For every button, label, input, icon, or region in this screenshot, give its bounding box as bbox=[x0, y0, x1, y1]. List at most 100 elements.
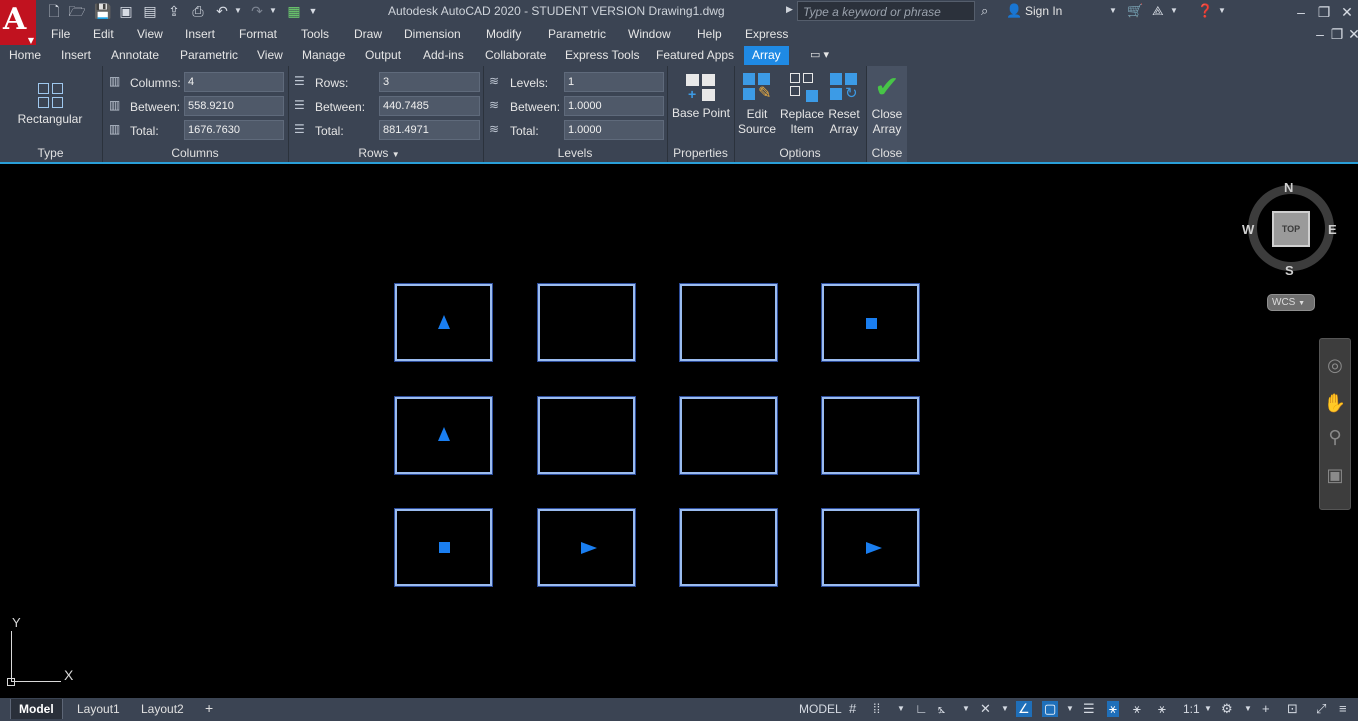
edit-source-button[interactable]: ✎ Edit Source bbox=[737, 72, 777, 137]
tab-collaborate[interactable]: Collaborate bbox=[485, 48, 546, 62]
help-dropdown-icon[interactable]: ▼ bbox=[1218, 3, 1226, 19]
osnap-dropdown-icon[interactable]: ▼ bbox=[1066, 701, 1074, 717]
undo-dropdown-icon[interactable]: ▼ bbox=[233, 3, 243, 19]
new-file-icon[interactable]: 🗋 bbox=[46, 3, 62, 19]
menu-express[interactable]: Express bbox=[745, 27, 788, 41]
tab-insert[interactable]: Insert bbox=[61, 48, 91, 62]
reset-array-button[interactable]: ↻ Reset Array bbox=[826, 72, 862, 137]
annotation-scale-value[interactable]: 1:1 bbox=[1183, 701, 1200, 717]
tab-output[interactable]: Output bbox=[365, 48, 401, 62]
levels-total-input[interactable]: 1.0000 bbox=[564, 120, 664, 140]
redo-icon[interactable]: ↷ bbox=[248, 3, 266, 19]
tab-array[interactable]: Array bbox=[744, 46, 789, 65]
restore-icon[interactable]: ❐ bbox=[1313, 2, 1335, 22]
array-item[interactable] bbox=[821, 396, 920, 475]
object-snap-tracking-icon[interactable]: ∠ bbox=[1016, 701, 1032, 717]
sign-in-link[interactable]: Sign In bbox=[1025, 4, 1062, 18]
search-input[interactable]: Type a keyword or phrase bbox=[797, 1, 975, 21]
help-icon[interactable]: ❓ bbox=[1197, 3, 1213, 19]
rectangular-button[interactable]: Rectangular bbox=[14, 83, 86, 127]
menu-parametric[interactable]: Parametric bbox=[548, 27, 606, 41]
customize-toolbar-icon[interactable]: ▼ bbox=[307, 3, 319, 19]
cart-icon[interactable]: 🛒 bbox=[1127, 3, 1143, 19]
base-point-button[interactable]: + Base Point bbox=[670, 74, 732, 121]
tab-featured-apps[interactable]: Featured Apps bbox=[656, 48, 734, 62]
undo-icon[interactable]: ↶ bbox=[213, 3, 231, 19]
object-snap-icon[interactable]: ▢ bbox=[1042, 701, 1059, 717]
array-item[interactable] bbox=[537, 396, 636, 475]
ribbon-toggle-icon[interactable]: ▭ ▾ bbox=[810, 48, 829, 61]
rows-total-input[interactable]: 881.4971 bbox=[379, 120, 480, 140]
polar-tracking-icon[interactable]: ⦩ bbox=[938, 701, 945, 717]
workspace-gear-icon[interactable]: ⚙ bbox=[1221, 701, 1233, 717]
open-folder-icon[interactable]: 🗁 bbox=[68, 3, 86, 19]
array-item[interactable] bbox=[537, 508, 636, 587]
tab-layout2[interactable]: Layout2 bbox=[133, 699, 192, 719]
menu-format[interactable]: Format bbox=[239, 27, 277, 41]
annotation-scale-icon[interactable]: ⚹ bbox=[1158, 701, 1166, 717]
compass-south[interactable]: S bbox=[1285, 263, 1294, 278]
array-item[interactable] bbox=[679, 396, 778, 475]
array-item[interactable] bbox=[394, 283, 493, 362]
isodraft-dropdown-icon[interactable]: ▼ bbox=[1001, 701, 1009, 717]
sign-in-dropdown-icon[interactable]: ▼ bbox=[1109, 3, 1117, 19]
workspace-dropdown-icon[interactable]: ▼ bbox=[1244, 701, 1252, 717]
compass-west[interactable]: W bbox=[1242, 222, 1254, 237]
search-expand-icon[interactable]: ▶ bbox=[786, 4, 793, 15]
tab-view[interactable]: View bbox=[257, 48, 283, 62]
array-item[interactable] bbox=[537, 283, 636, 362]
menu-draw[interactable]: Draw bbox=[354, 27, 382, 41]
annotation-visibility-icon[interactable]: ⚹ bbox=[1107, 701, 1119, 717]
ortho-icon[interactable]: ∟ bbox=[915, 701, 928, 717]
columns-between-input[interactable]: 558.9210 bbox=[184, 96, 284, 116]
zoom-extents-icon[interactable]: ⚲ bbox=[1320, 427, 1350, 448]
tab-parametric[interactable]: Parametric bbox=[180, 48, 238, 62]
tab-annotate[interactable]: Annotate bbox=[111, 48, 159, 62]
annotation-monitor-icon[interactable]: + bbox=[1262, 701, 1270, 717]
array-item[interactable] bbox=[394, 396, 493, 475]
menu-insert[interactable]: Insert bbox=[185, 27, 215, 41]
tab-add-ins[interactable]: Add-ins bbox=[423, 48, 464, 62]
columns-count-input[interactable]: 4 bbox=[184, 72, 284, 92]
array-item[interactable] bbox=[821, 508, 920, 587]
wcs-menu[interactable]: WCS ▼ bbox=[1267, 294, 1315, 311]
lineweight-icon[interactable]: ☰ bbox=[1083, 701, 1095, 717]
menu-help[interactable]: Help bbox=[697, 27, 722, 41]
array-item[interactable] bbox=[394, 508, 493, 587]
doc-close-icon[interactable]: ✕ bbox=[1343, 24, 1358, 44]
levels-count-input[interactable]: 1 bbox=[564, 72, 664, 92]
compass-north[interactable]: N bbox=[1284, 180, 1293, 195]
levels-between-input[interactable]: 1.0000 bbox=[564, 96, 664, 116]
replace-item-button[interactable]: Replace Item bbox=[779, 72, 825, 137]
open-from-web-icon[interactable]: ▤ bbox=[142, 3, 158, 19]
menu-tools[interactable]: Tools bbox=[301, 27, 329, 41]
customization-icon[interactable]: ≡ bbox=[1339, 701, 1347, 717]
add-layout-button[interactable]: + bbox=[197, 699, 221, 719]
autodesk-app-icon[interactable]: ⟁ bbox=[1152, 3, 1164, 19]
tab-manage[interactable]: Manage bbox=[302, 48, 345, 62]
array-item[interactable] bbox=[679, 283, 778, 362]
orbit-icon[interactable]: ▣ bbox=[1320, 465, 1350, 486]
workspace-icon[interactable]: ▦ bbox=[285, 3, 303, 19]
steering-wheel-icon[interactable]: ◎ bbox=[1320, 355, 1350, 376]
viewcube-top-face[interactable]: TOP bbox=[1272, 211, 1310, 247]
save-to-web-icon[interactable]: ⇪ bbox=[166, 3, 182, 19]
user-icon[interactable]: 👤 bbox=[1006, 3, 1022, 19]
auto-scale-icon[interactable]: ⚹ bbox=[1133, 701, 1141, 717]
close-icon[interactable]: ✕ bbox=[1336, 2, 1358, 22]
rows-between-input[interactable]: 440.7485 bbox=[379, 96, 480, 116]
tab-home[interactable]: Home bbox=[9, 48, 41, 62]
minimize-icon[interactable]: – bbox=[1290, 2, 1312, 22]
plot-icon[interactable]: ⎙ bbox=[189, 3, 207, 19]
tab-layout1[interactable]: Layout1 bbox=[69, 699, 128, 719]
save-as-icon[interactable]: ▣ bbox=[118, 3, 134, 19]
menu-file[interactable]: File bbox=[51, 27, 70, 41]
tab-model[interactable]: Model bbox=[10, 699, 63, 719]
menu-window[interactable]: Window bbox=[628, 27, 671, 41]
application-menu-button[interactable]: A ▼ bbox=[0, 0, 36, 45]
units-icon[interactable]: ⊡ bbox=[1287, 701, 1298, 717]
redo-dropdown-icon[interactable]: ▼ bbox=[268, 3, 278, 19]
tab-express-tools[interactable]: Express Tools bbox=[565, 48, 639, 62]
compass-east[interactable]: E bbox=[1328, 222, 1337, 237]
columns-total-input[interactable]: 1676.7630 bbox=[184, 120, 284, 140]
